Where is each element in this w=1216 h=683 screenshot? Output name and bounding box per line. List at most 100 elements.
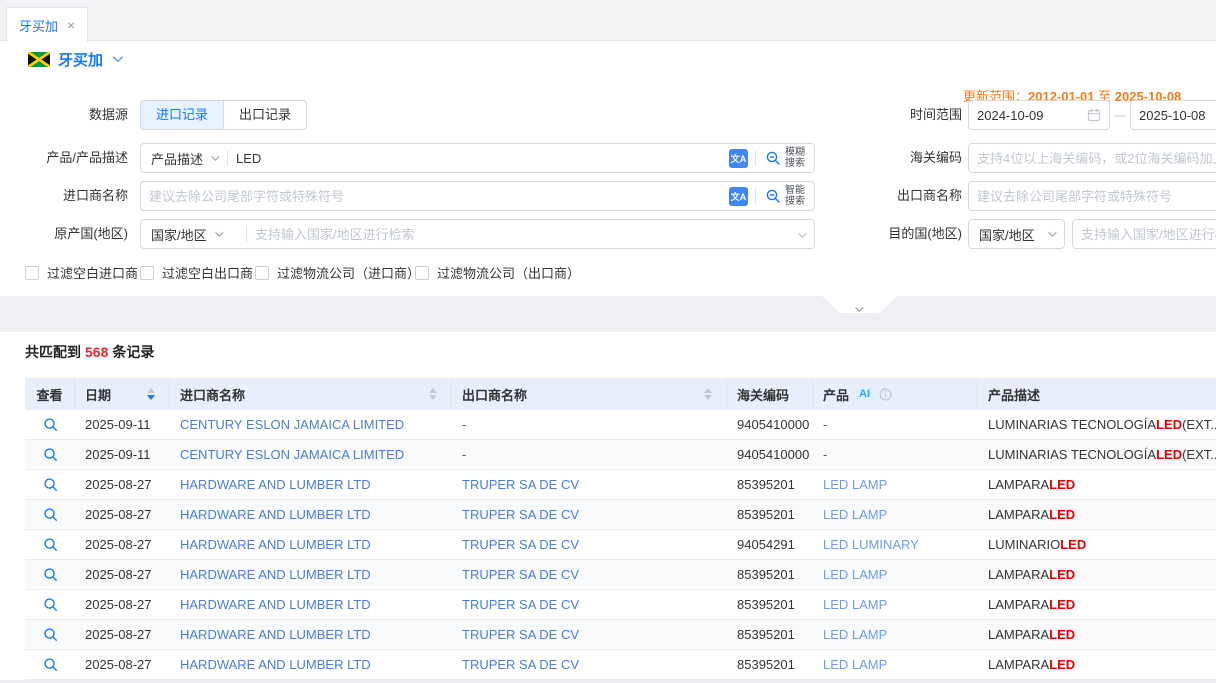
translate-icon[interactable]: 文A xyxy=(729,187,748,206)
table-row: 2025-08-27 HARDWARE AND LUMBER LTD TRUPE… xyxy=(25,500,1216,530)
hs-code-cell: 9405410000 xyxy=(727,440,813,469)
date-end-input[interactable] xyxy=(1131,101,1216,129)
exporter-link[interactable]: TRUPER SA DE CV xyxy=(462,567,579,582)
date-start-input[interactable] xyxy=(969,101,1087,129)
description-cell: LAMPARA LED xyxy=(978,560,1216,589)
tab-bar: 牙买加 × xyxy=(0,0,1216,41)
destination-country-input[interactable] xyxy=(1073,220,1216,248)
sort-control[interactable] xyxy=(429,388,451,400)
fuzzy-search-text: 模糊搜索 xyxy=(785,147,805,169)
smart-search-button[interactable]: 智能搜索 xyxy=(756,185,814,207)
table-row: 2025-08-27 HARDWARE AND LUMBER LTD TRUPE… xyxy=(25,590,1216,620)
filter-blank-importer-checkbox[interactable]: 过滤空白进口商 xyxy=(25,263,138,282)
sort-control[interactable] xyxy=(704,388,726,400)
description-text: LAMPARA xyxy=(988,627,1049,642)
description-highlight: LED xyxy=(1049,507,1075,522)
description-text: LAMPARA xyxy=(988,567,1049,582)
checkbox-icon xyxy=(255,266,269,280)
chevron-down-icon[interactable] xyxy=(798,225,804,243)
product-link[interactable]: - xyxy=(823,417,827,432)
table-row: 2025-08-27 HARDWARE AND LUMBER LTD TRUPE… xyxy=(25,620,1216,650)
product-link[interactable]: LED LUMINARY xyxy=(823,537,919,552)
close-icon[interactable]: × xyxy=(67,18,75,32)
description-highlight: LED xyxy=(1049,567,1075,582)
importer-link[interactable]: HARDWARE AND LUMBER LTD xyxy=(180,537,371,552)
exporter-link[interactable]: TRUPER SA DE CV xyxy=(462,657,579,672)
magnifier-icon xyxy=(43,567,58,582)
column-header-exporter[interactable]: 出口商名称 xyxy=(452,378,727,410)
checkbox-label: 过滤空白出口商 xyxy=(162,263,253,282)
translate-icon[interactable]: 文A xyxy=(729,149,748,168)
tab-import-records[interactable]: 进口记录 xyxy=(141,101,223,129)
date-cell: 2025-08-27 xyxy=(75,530,170,559)
destination-country-type-value: 国家/地区 xyxy=(979,225,1035,244)
product-link[interactable]: LED LAMP xyxy=(823,507,887,522)
country-selector[interactable]: 牙买加 xyxy=(28,49,120,70)
exporter-input-box xyxy=(968,181,1216,211)
view-record-button[interactable] xyxy=(25,500,75,529)
importer-link[interactable]: HARDWARE AND LUMBER LTD xyxy=(180,477,371,492)
column-header-view: 查看 xyxy=(25,378,75,410)
importer-link[interactable]: CENTURY ESLON JAMAICA LIMITED xyxy=(180,447,404,462)
exporter-link[interactable]: - xyxy=(462,447,466,462)
product-type-select[interactable]: 产品描述 xyxy=(141,144,227,172)
tab-export-records[interactable]: 出口记录 xyxy=(223,101,306,129)
filter-logistics-importer-checkbox[interactable]: 过滤物流公司（进口商） xyxy=(255,263,420,282)
importer-link[interactable]: HARDWARE AND LUMBER LTD xyxy=(180,597,371,612)
calendar-icon xyxy=(1087,108,1101,122)
view-record-button[interactable] xyxy=(25,590,75,619)
info-icon[interactable] xyxy=(879,388,892,401)
product-input-group: 产品描述 文A 模糊搜索 xyxy=(140,143,815,173)
product-link[interactable]: LED LAMP xyxy=(823,597,887,612)
tab-jamaica[interactable]: 牙买加 × xyxy=(6,7,88,42)
importer-link[interactable]: HARDWARE AND LUMBER LTD xyxy=(180,627,371,642)
importer-input[interactable] xyxy=(141,182,722,210)
sort-control[interactable] xyxy=(147,388,169,400)
filter-logistics-exporter-checkbox[interactable]: 过滤物流公司（出口商） xyxy=(415,263,580,282)
hs-code-input[interactable] xyxy=(969,144,1216,172)
product-link[interactable]: LED LAMP xyxy=(823,657,887,672)
checkbox-label: 过滤物流公司（进口商） xyxy=(277,263,420,282)
description-text: LAMPARA xyxy=(988,507,1049,522)
exporter-link[interactable]: TRUPER SA DE CV xyxy=(462,507,579,522)
column-header-importer[interactable]: 进口商名称 xyxy=(170,378,452,410)
view-record-button[interactable] xyxy=(25,620,75,649)
product-link[interactable]: LED LAMP xyxy=(823,567,887,582)
view-record-button[interactable] xyxy=(25,560,75,589)
product-link[interactable]: - xyxy=(823,447,827,462)
column-header-date[interactable]: 日期 xyxy=(75,378,170,410)
chevron-down-icon xyxy=(215,228,223,236)
importer-link[interactable]: HARDWARE AND LUMBER LTD xyxy=(180,657,371,672)
view-record-button[interactable] xyxy=(25,410,75,439)
exporter-link[interactable]: TRUPER SA DE CV xyxy=(462,627,579,642)
product-link[interactable]: LED LAMP xyxy=(823,477,887,492)
description-text: (EXT... xyxy=(1182,417,1216,432)
importer-link[interactable]: CENTURY ESLON JAMAICA LIMITED xyxy=(180,417,404,432)
fuzzy-search-button[interactable]: 模糊搜索 xyxy=(756,147,814,169)
hs-code-label: 海关编码 xyxy=(834,143,962,173)
product-search-input[interactable] xyxy=(228,144,722,172)
origin-country-input[interactable] xyxy=(247,220,798,248)
importer-link[interactable]: HARDWARE AND LUMBER LTD xyxy=(180,567,371,582)
product-link[interactable]: LED LAMP xyxy=(823,627,887,642)
count-prefix: 共匹配到 xyxy=(25,344,81,360)
importer-link[interactable]: HARDWARE AND LUMBER LTD xyxy=(180,507,371,522)
origin-country-type-select[interactable]: 国家/地区 xyxy=(141,220,246,248)
filter-blank-exporter-checkbox[interactable]: 过滤空白出口商 xyxy=(140,263,253,282)
sort-asc-icon xyxy=(704,388,712,393)
date-cell: 2025-09-11 xyxy=(75,440,170,469)
view-record-button[interactable] xyxy=(25,530,75,559)
view-record-button[interactable] xyxy=(25,440,75,469)
exporter-input[interactable] xyxy=(969,182,1216,210)
exporter-link[interactable]: TRUPER SA DE CV xyxy=(462,477,579,492)
exporter-link[interactable]: - xyxy=(462,417,466,432)
description-highlight: LED xyxy=(1049,597,1075,612)
view-record-button[interactable] xyxy=(25,470,75,499)
exporter-link[interactable]: TRUPER SA DE CV xyxy=(462,537,579,552)
view-record-button[interactable] xyxy=(25,650,75,679)
exporter-link[interactable]: TRUPER SA DE CV xyxy=(462,597,579,612)
checkbox-icon xyxy=(415,266,429,280)
description-highlight: LED xyxy=(1049,657,1075,672)
destination-country-type-select[interactable]: 国家/地区 xyxy=(969,220,1064,248)
table-row: 2025-09-11 CENTURY ESLON JAMAICA LIMITED… xyxy=(25,440,1216,470)
